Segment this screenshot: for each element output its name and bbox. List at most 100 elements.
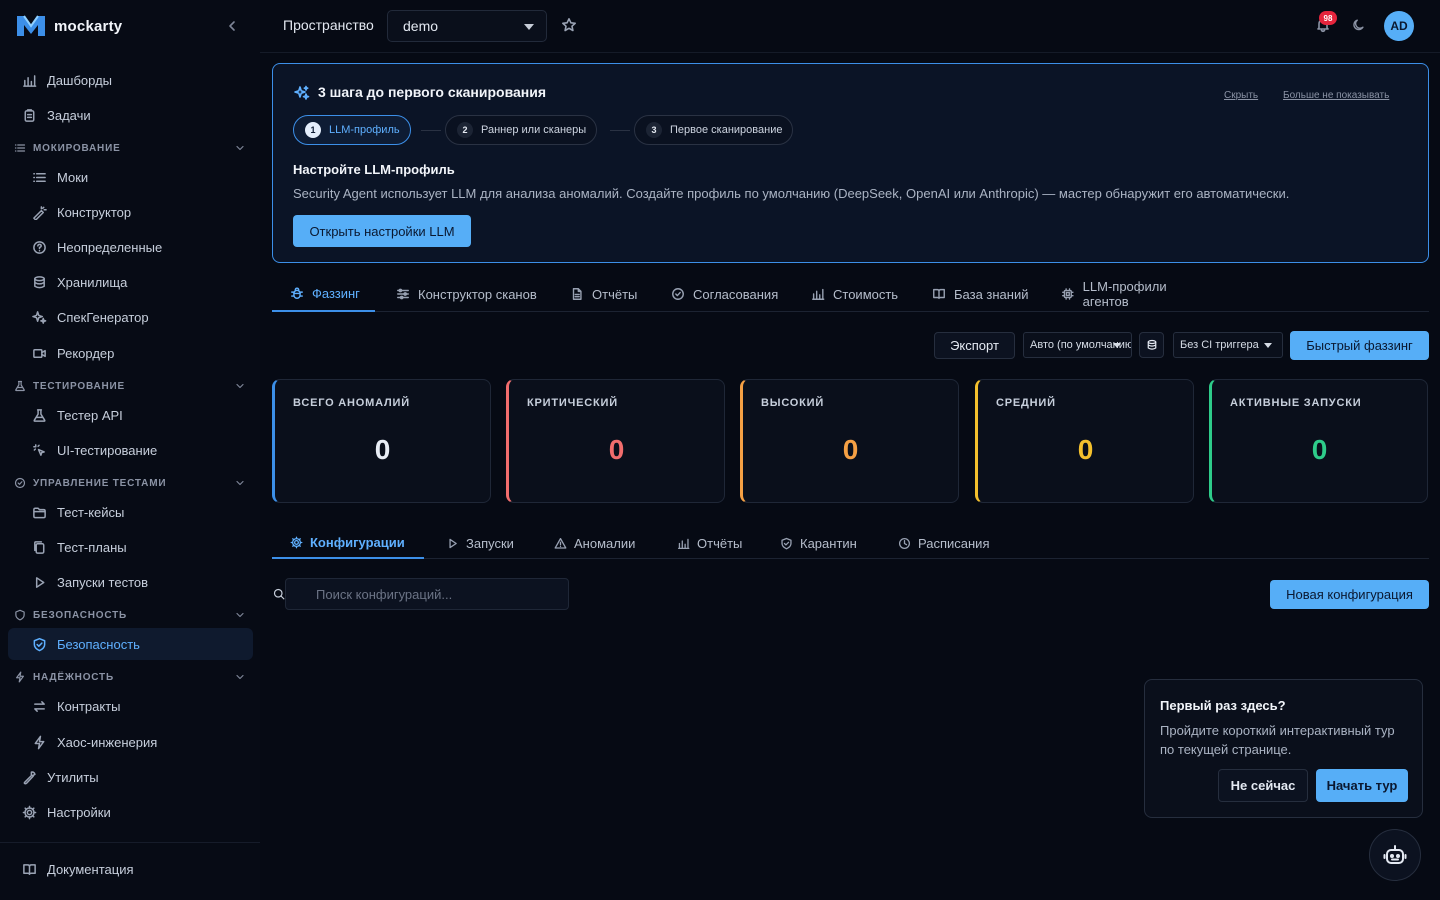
sidebar-item-0-3[interactable]: Хранилища xyxy=(8,266,253,298)
sidebar-item-3-0[interactable]: Безопасность xyxy=(8,628,253,660)
tab-label: Стоимость xyxy=(833,286,899,302)
sidebar-item-docs[interactable]: Документация xyxy=(8,853,252,885)
bar-chart-icon xyxy=(677,538,690,549)
sub-tab-5[interactable]: Расписания xyxy=(880,527,1000,559)
sparkles-icon xyxy=(32,310,47,324)
tour-title: Первый раз здесь? xyxy=(1160,698,1286,713)
caret-down-icon xyxy=(1113,343,1121,348)
sub-tab-3[interactable]: Отчёты xyxy=(659,527,759,559)
tab-label: Аномалии xyxy=(574,535,636,551)
sidebar-item-label: Утилиты xyxy=(47,769,99,785)
bar-chart-icon xyxy=(23,74,37,87)
step-first-scan[interactable]: 3 Первое сканирование xyxy=(634,115,794,145)
gear-icon xyxy=(290,536,303,548)
chevron-left-icon xyxy=(229,21,235,31)
main-tab-3[interactable]: Согласования xyxy=(653,276,779,312)
main-tab-4[interactable]: Стоимость xyxy=(793,276,901,312)
onboarding-heading: Настройте LLM-профиль xyxy=(293,162,455,177)
step-runner[interactable]: 2 Раннер или сканеры xyxy=(445,115,598,145)
main-tab-1[interactable]: Конструктор сканов xyxy=(378,276,548,312)
shield-icon xyxy=(15,609,25,621)
sub-tab-4[interactable]: Карантин xyxy=(762,527,877,559)
workspace-label: Пространство xyxy=(283,17,374,33)
open-llm-settings-button[interactable]: Открыть настройки LLM xyxy=(293,215,471,247)
sidebar-section-4[interactable]: НАДЁЖНОСТЬ xyxy=(8,665,252,689)
search-icon xyxy=(273,588,285,600)
sidebar-item-1[interactable]: Задачи xyxy=(8,99,252,131)
sidebar-item-label: Тест-кейсы xyxy=(57,504,125,520)
tab-label: База знаний xyxy=(954,286,1029,302)
sidebar-item-label: Хранилища xyxy=(57,274,128,290)
sidebar-item-label: Запуски тестов xyxy=(57,574,149,590)
stat-value: 0 xyxy=(842,434,859,465)
main-tab-6[interactable]: LLM-профили агентов xyxy=(1043,276,1213,312)
sub-tab-1[interactable]: Запуски xyxy=(428,527,532,559)
sidebar-item-0-1[interactable]: Конструктор xyxy=(8,196,253,228)
main-tab-0[interactable]: Фаззинг xyxy=(272,276,375,312)
dont-show-again-link[interactable]: Больше не показывать xyxy=(1283,90,1389,101)
new-config-button[interactable]: Новая конфигурация xyxy=(1270,580,1429,609)
sidebar-item-2-1[interactable]: Тест-планы xyxy=(8,531,253,563)
main-tab-2[interactable]: Отчёты xyxy=(552,276,640,312)
logo[interactable]: mockarty xyxy=(16,13,122,39)
warning-icon xyxy=(554,537,567,549)
export-button[interactable]: Экспорт xyxy=(934,332,1015,359)
favorite-button[interactable] xyxy=(561,17,577,33)
database-button[interactable] xyxy=(1139,332,1164,358)
folder-icon xyxy=(33,507,46,518)
sidebar-item-label: Тест-планы xyxy=(57,539,127,555)
sidebar-item-label: Неопределенные xyxy=(57,239,163,255)
step-connector xyxy=(421,130,441,131)
mode-select[interactable]: Авто (по умолчанию) xyxy=(1023,332,1132,358)
workspace-select[interactable]: demo xyxy=(387,10,547,42)
quick-fuzz-button[interactable]: Быстрый фаззинг xyxy=(1290,331,1429,360)
flask-icon xyxy=(15,380,25,392)
sidebar-item-4-0[interactable]: Контракты xyxy=(8,690,253,722)
sidebar-item-2-2[interactable]: Запуски тестов xyxy=(8,566,253,598)
hide-onboarding-link[interactable]: Скрыть xyxy=(1224,90,1258,101)
sidebar-section-2[interactable]: УПРАВЛЕНИЕ ТЕСТАМИ xyxy=(8,471,252,495)
sidebar-item-bottom-0[interactable]: Утилиты xyxy=(8,761,252,793)
sidebar-item-label: Конструктор xyxy=(57,204,132,220)
sidebar-item-2-0[interactable]: Тест-кейсы xyxy=(8,496,253,528)
sidebar-item-0-2[interactable]: Неопределенные xyxy=(8,231,253,263)
sidebar-item-0-5[interactable]: Рекордер xyxy=(8,337,253,369)
sidebar-item-0-4[interactable]: СпекГенератор xyxy=(8,301,253,333)
main-tab-5[interactable]: База знаний xyxy=(914,276,1030,312)
chevron-down-icon xyxy=(236,383,244,389)
sidebar-section-3[interactable]: БЕЗОПАСНОСТЬ xyxy=(8,603,252,627)
ci-trigger-select[interactable]: Без CI триггера xyxy=(1173,332,1283,358)
assistant-button[interactable] xyxy=(1369,829,1421,881)
sidebar-item-0-0[interactable]: Моки xyxy=(8,161,253,193)
sidebar-item-1-0[interactable]: Тестер API xyxy=(8,399,253,431)
tab-label: LLM-профили агентов xyxy=(1082,279,1167,309)
sidebar-item-label: Безопасность xyxy=(57,636,140,652)
collapse-sidebar-button[interactable] xyxy=(224,18,240,34)
caret-down-icon xyxy=(524,24,534,30)
sidebar-section-1[interactable]: ТЕСТИРОВАНИЕ xyxy=(8,374,252,398)
sidebar-item-bottom-1[interactable]: Настройки xyxy=(8,796,252,828)
theme-toggle[interactable] xyxy=(1352,18,1366,32)
tab-label: Фаззинг xyxy=(312,285,360,301)
play-icon xyxy=(449,538,457,548)
sub-tab-0[interactable]: Конфигурации xyxy=(272,527,424,559)
chevron-down-icon xyxy=(236,480,244,486)
start-tour-button[interactable]: Начать тур xyxy=(1316,769,1408,802)
step-label: LLM-профиль xyxy=(329,124,400,136)
sidebar-item-4-1[interactable]: Хаос-инженерия xyxy=(8,726,253,758)
sidebar-item-1-1[interactable]: UI-тестирование xyxy=(8,434,253,466)
section-title: УПРАВЛЕНИЕ ТЕСТАМИ xyxy=(33,477,167,489)
sidebar-item-0[interactable]: Дашборды xyxy=(8,64,252,96)
section-title: НАДЁЖНОСТЬ xyxy=(33,671,114,683)
sidebar-section-0[interactable]: МОКИРОВАНИЕ xyxy=(8,136,252,160)
search-input[interactable] xyxy=(285,578,569,610)
bar-chart-icon xyxy=(812,288,825,300)
logo-icon xyxy=(17,15,45,36)
step-connector xyxy=(610,130,630,131)
avatar[interactable]: AD xyxy=(1384,11,1414,41)
sub-tab-2[interactable]: Аномалии xyxy=(536,527,656,559)
clipboard-icon xyxy=(24,108,35,122)
sidebar-item-label: Моки xyxy=(57,169,89,185)
step-llm-profile[interactable]: 1 LLM-профиль xyxy=(293,115,411,145)
not-now-button[interactable]: Не сейчас xyxy=(1218,769,1308,802)
